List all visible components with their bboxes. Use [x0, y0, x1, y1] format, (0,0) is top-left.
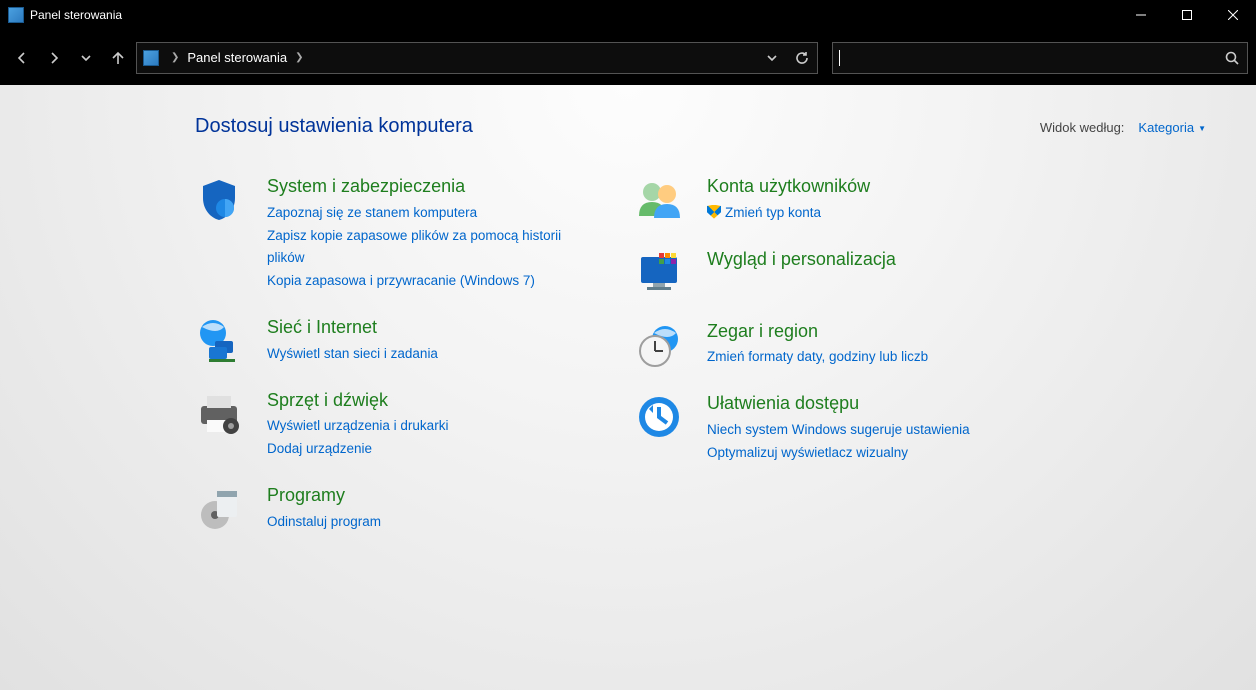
category-column-left: System i zabezpieczenia Zapoznaj się ze …	[195, 176, 595, 558]
category-title[interactable]: Sieć i Internet	[267, 317, 595, 339]
category-title[interactable]: Konta użytkowników	[707, 176, 1035, 198]
category-clock-region: Zegar i region Zmień formaty daty, godzi…	[635, 321, 1035, 370]
ease-of-access-icon	[635, 393, 683, 441]
view-by-value: Kategoria	[1138, 120, 1194, 135]
search-input[interactable]	[832, 42, 1248, 74]
category-appearance: Wygląd i personalizacja	[635, 249, 1035, 297]
maximize-button[interactable]	[1164, 0, 1210, 30]
category-hardware-sound: Sprzęt i dźwięk Wyświetl urządzenia i dr…	[195, 390, 595, 461]
address-history-button[interactable]	[757, 43, 787, 73]
category-link[interactable]: Dodaj urządzenie	[267, 438, 595, 461]
view-by-label: Widok według:	[1040, 120, 1125, 135]
category-title[interactable]: Wygląd i personalizacja	[707, 249, 1035, 271]
content-area: Dostosuj ustawienia komputera Widok wedł…	[0, 85, 1256, 690]
category-title[interactable]: Programy	[267, 485, 595, 507]
chevron-down-icon: ▼	[1198, 124, 1206, 133]
up-button[interactable]	[104, 44, 132, 72]
text-cursor	[839, 50, 840, 66]
category-ease-of-access: Ułatwienia dostępu Niech system Windows …	[635, 393, 1035, 464]
content-header: Dostosuj ustawienia komputera Widok wedł…	[195, 115, 1216, 138]
category-column-right: Konta użytkowników Zmień typ konta Wyglą…	[635, 176, 1035, 558]
users-icon	[635, 176, 683, 224]
window-title: Panel sterowania	[30, 8, 122, 22]
category-system-security: System i zabezpieczenia Zapoznaj się ze …	[195, 176, 595, 293]
printer-icon	[195, 390, 243, 438]
control-panel-icon	[8, 7, 24, 23]
category-link[interactable]: Kopia zapasowa i przywracanie (Windows 7…	[267, 270, 595, 293]
monitor-personalization-icon	[635, 249, 683, 297]
programs-icon	[195, 485, 243, 533]
category-link[interactable]: Zapoznaj się ze stanem komputera	[267, 202, 595, 225]
category-link[interactable]: Zmień formaty daty, godziny lub liczb	[707, 346, 1035, 369]
recent-locations-button[interactable]	[72, 44, 100, 72]
clock-globe-icon	[635, 321, 683, 369]
page-title: Dostosuj ustawienia komputera	[195, 115, 1040, 138]
category-title[interactable]: Zegar i region	[707, 321, 1035, 343]
category-link[interactable]: Niech system Windows sugeruje ustawienia	[707, 419, 1035, 442]
category-link[interactable]: Zmień typ konta	[707, 202, 1035, 225]
titlebar: Panel sterowania	[0, 0, 1256, 30]
category-title[interactable]: Ułatwienia dostępu	[707, 393, 1035, 415]
chevron-right-icon: ❯	[171, 52, 179, 63]
view-by-dropdown[interactable]: Kategoria ▼	[1138, 120, 1206, 135]
refresh-button[interactable]	[787, 43, 817, 73]
category-link[interactable]: Optymalizuj wyświetlacz wizualny	[707, 442, 1035, 465]
control-panel-icon	[143, 50, 159, 66]
category-link[interactable]: Wyświetl urządzenia i drukarki	[267, 415, 595, 438]
forward-button[interactable]	[40, 44, 68, 72]
shield-icon	[195, 176, 243, 224]
category-network: Sieć i Internet Wyświetl stan sieci i za…	[195, 317, 595, 366]
category-title[interactable]: System i zabezpieczenia	[267, 176, 595, 198]
address-bar[interactable]: ❯ Panel sterowania ❯	[136, 42, 818, 74]
search-icon	[1225, 51, 1239, 65]
category-title[interactable]: Sprzęt i dźwięk	[267, 390, 595, 412]
category-programs: Programy Odinstaluj program	[195, 485, 595, 534]
breadcrumb[interactable]: Panel sterowania	[187, 50, 287, 65]
minimize-button[interactable]	[1118, 0, 1164, 30]
category-link[interactable]: Zapisz kopie zapasowe plików za pomocą h…	[267, 225, 595, 271]
category-user-accounts: Konta użytkowników Zmień typ konta	[635, 176, 1035, 225]
toolbar: ❯ Panel sterowania ❯	[0, 30, 1256, 85]
category-link[interactable]: Wyświetl stan sieci i zadania	[267, 343, 595, 366]
category-link[interactable]: Odinstaluj program	[267, 511, 595, 534]
back-button[interactable]	[8, 44, 36, 72]
chevron-right-icon: ❯	[295, 52, 303, 63]
close-button[interactable]	[1210, 0, 1256, 30]
globe-network-icon	[195, 317, 243, 365]
